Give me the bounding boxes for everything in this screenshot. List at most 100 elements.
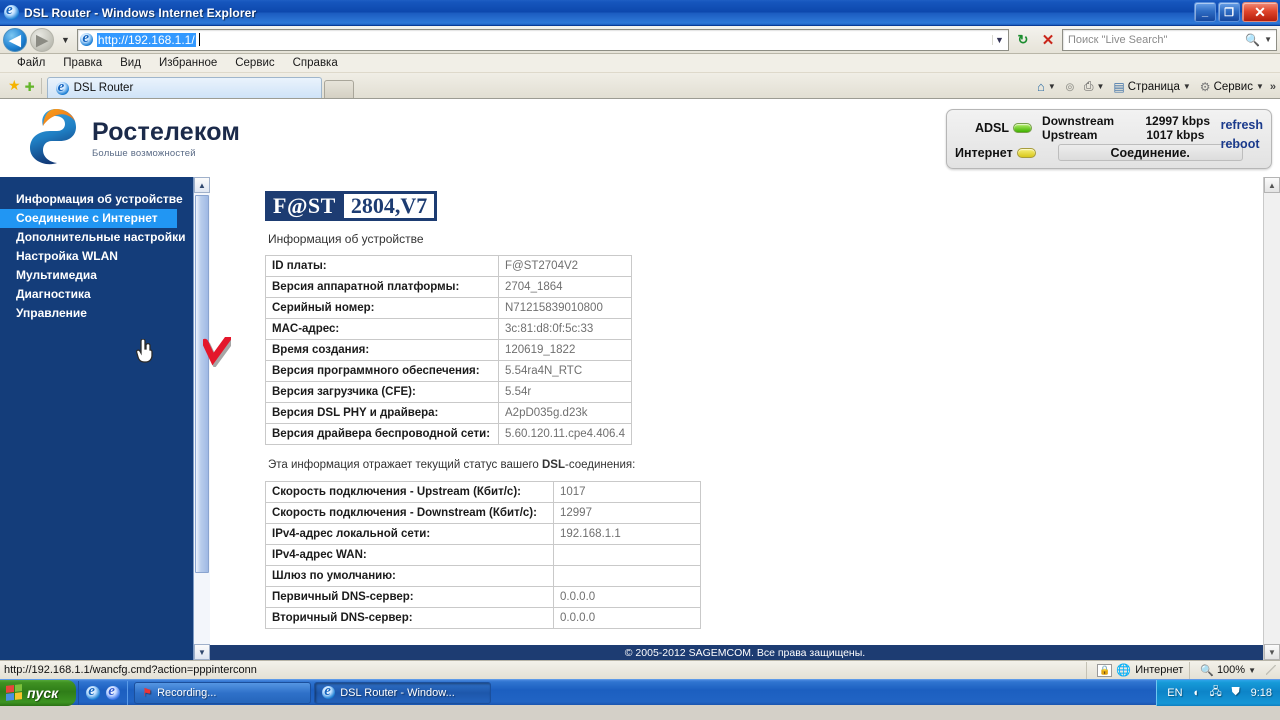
downstream-label: Downstream — [1042, 114, 1115, 128]
sidebar-item-multimedia[interactable]: Мультимедиа — [0, 266, 210, 285]
refresh-button[interactable]: ↻ — [1012, 29, 1034, 51]
table-row: MAC-адрес: 3c:81:d8:0f:5c:33 — [265, 318, 633, 340]
internet-label: Интернет — [955, 145, 1013, 160]
taskbar-item-label: DSL Router - Window... — [340, 686, 455, 699]
chevron-down-icon[interactable]: ▼ — [1096, 82, 1104, 91]
tab-label: DSL Router — [73, 82, 134, 94]
sidebar-scrollbar[interactable]: ▲ ▼ — [193, 177, 210, 660]
back-button[interactable]: ◀ — [3, 27, 27, 52]
sidebar-item-wlan-setup[interactable]: Настройка WLAN — [0, 247, 210, 266]
home-icon: ⌂ — [1037, 79, 1045, 94]
search-input[interactable]: Поиск "Live Search" 🔍 ▼ — [1062, 28, 1277, 51]
rostelecom-logo: Ростелеком Больше возможностей — [22, 107, 240, 169]
rostelecom-mark-icon — [22, 107, 82, 169]
add-favorite-icon[interactable]: ✚ — [23, 80, 37, 98]
sidebar-scroll-up-icon[interactable]: ▲ — [194, 177, 210, 193]
close-button[interactable]: ✕ — [1242, 2, 1278, 22]
feeds-button[interactable]: ⊚ — [1062, 79, 1078, 95]
table-row: Версия DSL PHY и драйвера: A2pD035g.d23k — [265, 402, 633, 424]
ie-icon — [322, 683, 336, 700]
sidebar-scroll-down-icon[interactable]: ▼ — [194, 644, 210, 660]
table-row: Скорость подключения - Upstream (Кбит/с)… — [265, 481, 701, 503]
connection-status-panel: ADSL Downstream 12997 kbps Upstream 1017 k… — [946, 109, 1272, 169]
menu-item-view[interactable]: Вид — [111, 56, 150, 70]
sidebar-scroll-thumb[interactable] — [195, 195, 209, 573]
page-menu-label: Страница — [1127, 80, 1180, 93]
search-provider-dropdown-icon[interactable]: ▼ — [1262, 35, 1274, 44]
page-body: Информация об устройстве Соединение с Ин… — [0, 177, 1280, 660]
chevron-down-icon[interactable]: ▼ — [1256, 82, 1264, 91]
quicklaunch-desktop-icon[interactable] — [106, 683, 121, 700]
sidebar-item-management[interactable]: Управление — [0, 304, 210, 323]
home-button[interactable]: ⌂ ▼ — [1034, 78, 1059, 95]
windows-taskbar: пуск ⚑ Recording... DSL Router - Window.… — [0, 679, 1280, 706]
menu-item-edit[interactable]: Правка — [54, 56, 111, 70]
sidebar-item-diagnostics[interactable]: Диагностика — [0, 285, 210, 304]
maximize-button[interactable]: ❐ — [1218, 2, 1240, 22]
menu-item-file[interactable]: Файл — [8, 56, 54, 70]
reboot-link[interactable]: reboot — [1221, 135, 1263, 154]
search-icon[interactable]: 🔍 — [1243, 33, 1262, 47]
page-scroll-up-icon[interactable]: ▲ — [1264, 177, 1280, 193]
gear-icon: ⚙ — [1199, 79, 1211, 94]
taskbar-clock[interactable]: 9:18 — [1249, 687, 1272, 699]
row-key: IPv4-адрес WAN: — [265, 544, 554, 566]
minimize-button[interactable]: _ — [1194, 2, 1216, 22]
new-tab-button[interactable] — [323, 80, 354, 98]
security-zone-label: Интернет — [1135, 664, 1184, 676]
sidebar-item-device-info[interactable]: Информация об устройстве — [0, 190, 210, 209]
resize-grip[interactable] — [1266, 665, 1276, 675]
row-value: 2704_1864 — [497, 276, 633, 298]
tab-dsl-router[interactable]: DSL Router — [46, 77, 322, 98]
page-scrollbar[interactable]: ▲ ▼ — [1263, 177, 1280, 660]
adsl-label: ADSL — [975, 121, 1010, 135]
row-value: 5.54ra4N_RTC — [497, 360, 633, 382]
network-icon[interactable]: 🖧 — [1209, 686, 1223, 700]
menu-item-favorites[interactable]: Избранное — [150, 56, 226, 70]
page-menu-button[interactable]: ▤ Страница ▼ — [1110, 79, 1193, 95]
brand-name: Ростелеком — [92, 117, 241, 146]
security-icon[interactable]: ⛊ — [1229, 686, 1243, 700]
toolbar-separator — [40, 78, 42, 94]
globe-icon: 🌐 — [1116, 663, 1132, 677]
stop-button[interactable]: ✕ — [1037, 29, 1059, 51]
device-info-table: ID платы: F@ST2704V2 Версия аппаратной пл… — [265, 255, 633, 445]
taskbar-item-dsl-router[interactable]: DSL Router - Window... — [314, 681, 492, 704]
page-scroll-down-icon[interactable]: ▼ — [1264, 644, 1280, 660]
menu-item-help[interactable]: Справка — [284, 56, 347, 70]
print-button[interactable]: ⎙ ▼ — [1081, 78, 1108, 95]
row-value: 3c:81:d8:0f:5c:33 — [497, 318, 633, 340]
address-input[interactable]: http://192.168.1.1/ ▼ — [76, 28, 1009, 51]
sidebar-scroll-track[interactable] — [194, 193, 210, 644]
chevron-down-icon[interactable]: ▼ — [1048, 82, 1056, 91]
tools-menu-button[interactable]: ⚙ Сервис ▼ — [1197, 79, 1267, 95]
row-value: A2pD035g.d23k — [497, 402, 633, 424]
refresh-link[interactable]: refresh — [1221, 116, 1263, 135]
forward-button[interactable]: ▶ — [30, 27, 54, 52]
language-indicator[interactable]: EN — [1167, 687, 1182, 699]
sidebar-item-advanced-settings[interactable]: Дополнительные настройки — [0, 228, 210, 247]
favorites-star-icon[interactable]: ★ — [6, 77, 23, 98]
table-row: Скорость подключения - Downstream (Кбит/… — [265, 502, 701, 524]
printer-icon: ⎙ — [1083, 79, 1094, 93]
row-value: N71215839010800 — [497, 297, 633, 319]
row-value: 5.54r — [497, 381, 633, 403]
sidebar-item-internet-connection[interactable]: Соединение с Интернет — [0, 209, 177, 228]
toolbar-overflow-icon[interactable]: » — [1270, 81, 1276, 93]
row-key: Версия загрузчика (CFE): — [265, 381, 499, 403]
zoom-dropdown-icon[interactable]: ▼ — [1248, 666, 1256, 675]
address-dropdown-icon[interactable]: ▼ — [992, 34, 1006, 45]
taskbar-item-recording[interactable]: ⚑ Recording... — [134, 681, 312, 704]
start-button[interactable]: пуск — [0, 679, 77, 706]
row-value: 192.168.1.1 — [553, 523, 701, 545]
page-icon: ▤ — [1113, 79, 1125, 94]
chevron-down-icon[interactable]: ▼ — [1183, 82, 1191, 91]
sidebar-nav: Информация об устройстве Соединение с Ин… — [0, 177, 210, 660]
quicklaunch-ie-icon[interactable] — [86, 683, 101, 700]
row-key: Версия драйвера беспроводной сети: — [265, 423, 499, 445]
recent-pages-dropdown-icon[interactable]: ▼ — [57, 35, 74, 45]
security-zone[interactable]: 🔒 🌐 Интернет — [1086, 661, 1184, 679]
volume-icon[interactable]: ◖ — [1189, 686, 1203, 700]
zoom-control[interactable]: 🔍 100% ▼ — [1189, 661, 1256, 679]
menu-item-tools[interactable]: Сервис — [226, 56, 283, 70]
